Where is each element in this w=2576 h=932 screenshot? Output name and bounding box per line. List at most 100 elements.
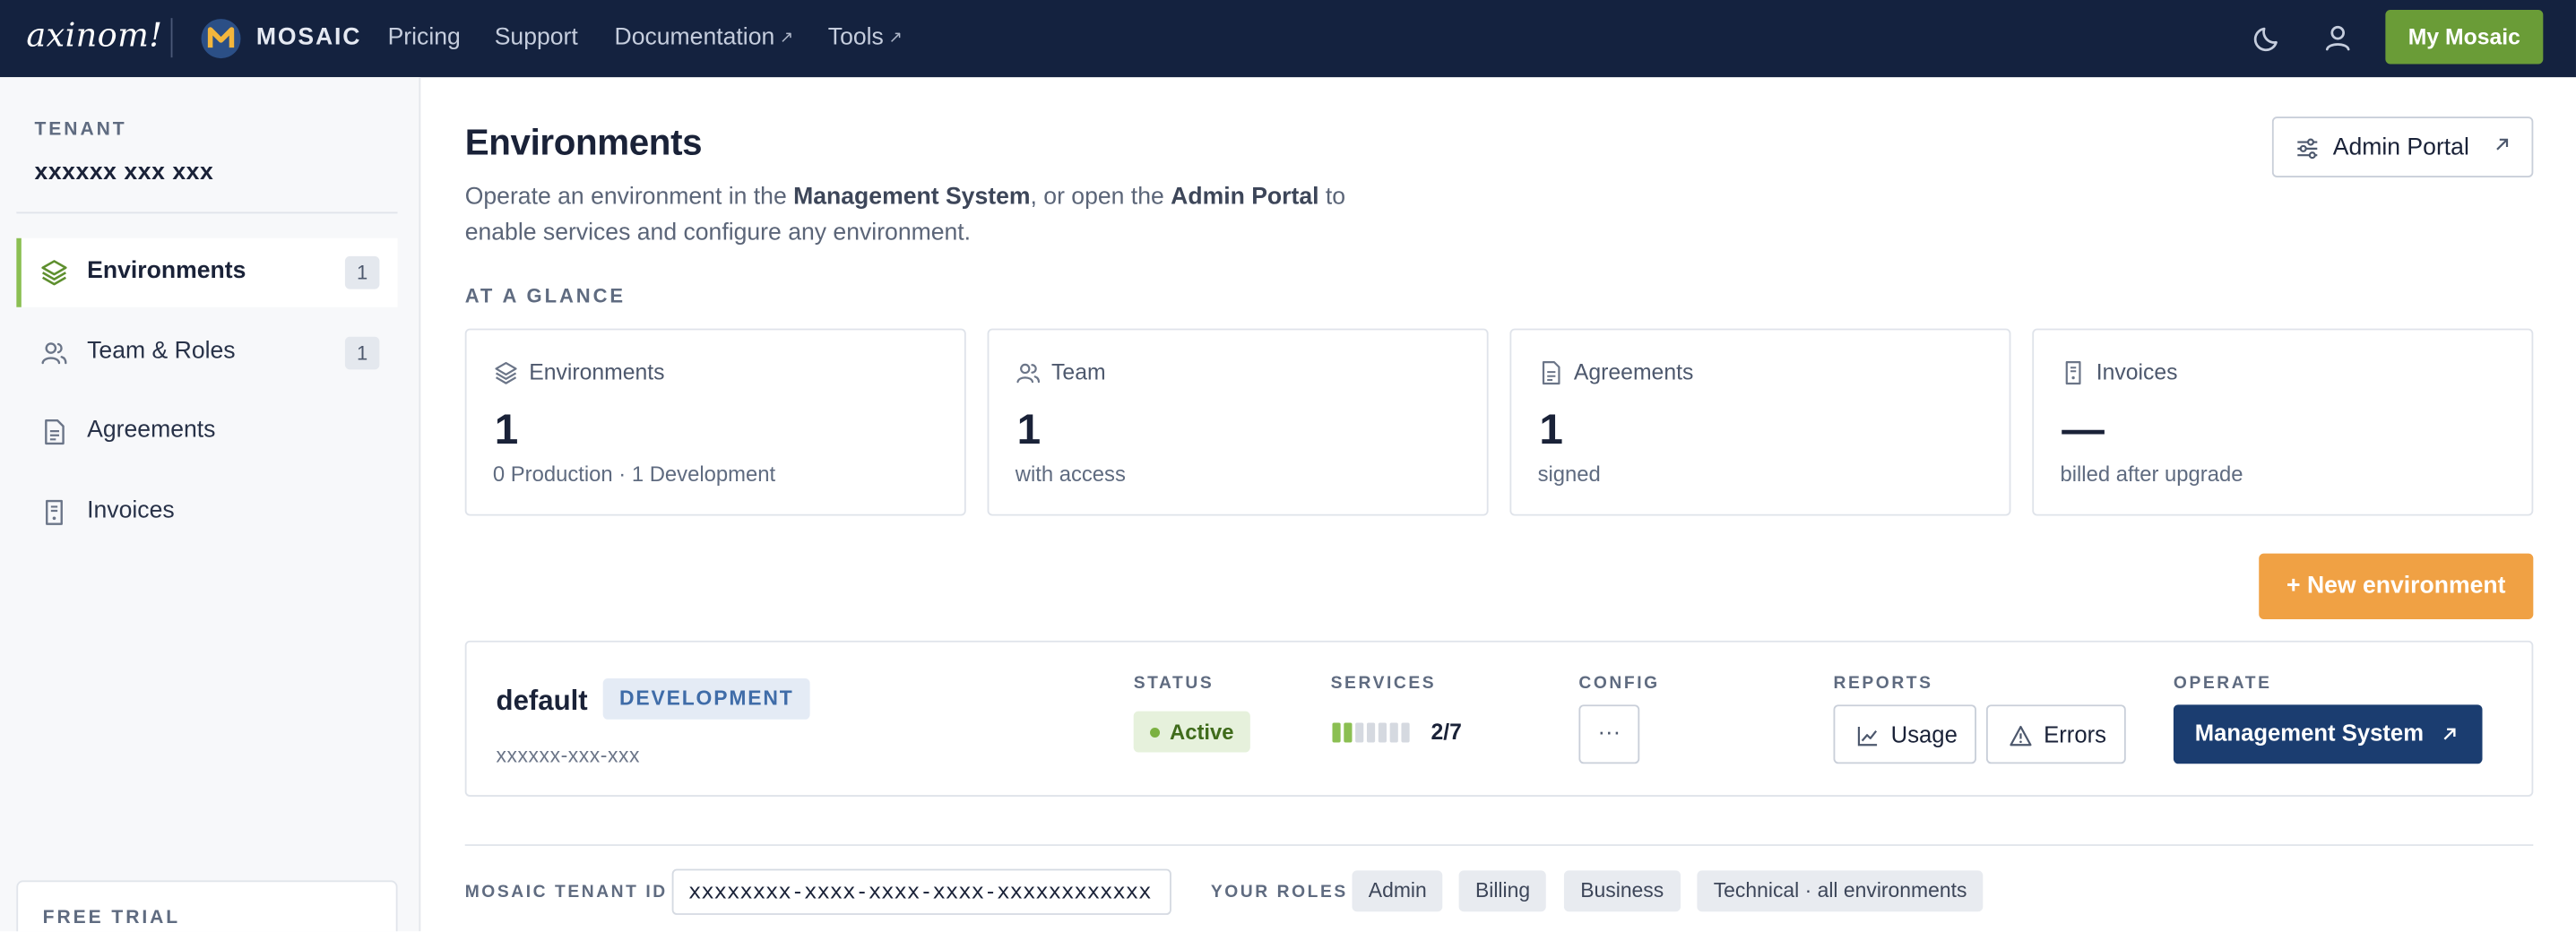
nav-link-tools[interactable]: Tools ↗ xyxy=(828,24,903,50)
page-title: Environments xyxy=(464,121,703,163)
users-icon xyxy=(41,342,67,365)
sidebar-item-environments[interactable]: Environments 1 xyxy=(16,237,398,307)
services-meter-segment xyxy=(1332,722,1341,743)
card-label: Agreements xyxy=(1573,359,1694,384)
receipt-icon xyxy=(2065,361,2081,385)
sidebar-item-invoices[interactable]: Invoices xyxy=(16,478,397,547)
environment-row: default DEVELOPMENT xxxxxx-xxx-xxx STATU… xyxy=(464,640,2534,797)
services-meter-segment xyxy=(1389,722,1398,743)
card-subtext: with access xyxy=(1015,462,1126,487)
dark-mode-moon-icon[interactable] xyxy=(2251,20,2286,56)
nav-link-support[interactable]: Support xyxy=(495,24,578,50)
role-tag-business: Business xyxy=(1563,870,1681,912)
footer-divider xyxy=(464,844,2534,846)
services-meter xyxy=(1332,722,1410,743)
operate-column-label: OPERATE xyxy=(2173,673,2272,694)
receipt-icon xyxy=(46,499,63,525)
card-value: 1 xyxy=(1016,403,1042,453)
usage-report-button[interactable]: Usage xyxy=(1833,704,1976,764)
admin-portal-button[interactable]: Admin Portal xyxy=(2271,116,2534,177)
glance-card-invoices: Invoices — billed after upgrade xyxy=(2032,328,2534,516)
glance-card-team: Team 1 with access xyxy=(987,328,1489,516)
management-system-button[interactable]: Management System xyxy=(2173,704,2483,764)
errors-report-button[interactable]: Errors xyxy=(1985,704,2126,764)
nav-link-label: Pricing xyxy=(387,24,461,51)
count-badge: 1 xyxy=(344,255,380,289)
external-link-icon: ↗ xyxy=(779,29,794,47)
services-meter-segment xyxy=(1401,722,1410,743)
glance-card-environments: Environments 1 0 Production · 1 Developm… xyxy=(464,328,966,516)
card-value: 1 xyxy=(1539,403,1563,453)
services-meter-segment xyxy=(1378,722,1387,743)
my-mosaic-button[interactable]: My Mosaic xyxy=(2385,9,2544,65)
management-system-label: Management System xyxy=(2194,719,2425,746)
mosaic-logo-icon[interactable] xyxy=(201,18,242,59)
sliders-icon xyxy=(2297,138,2318,160)
sidebar-item-team-roles[interactable]: Team & Roles 1 xyxy=(16,319,397,388)
sidebar-item-label: Team & Roles xyxy=(87,338,236,365)
services-column-label: SERVICES xyxy=(1330,673,1437,694)
app-root: axinom! MOSAIC Pricing Support Documenta… xyxy=(0,0,2576,932)
layers-icon xyxy=(495,361,517,384)
environment-name[interactable]: default xyxy=(497,685,588,718)
card-label: Team xyxy=(1051,359,1106,384)
sidebar-item-label: Environments xyxy=(87,257,246,285)
free-trial-label: FREE TRIAL xyxy=(42,908,181,928)
config-more-button[interactable]: ··· xyxy=(1578,704,1640,764)
document-icon xyxy=(1542,361,1560,385)
nav-link-documentation[interactable]: Documentation ↗ xyxy=(615,24,794,50)
tenant-id-label: MOSAIC TENANT ID xyxy=(464,882,668,902)
card-subtext: 0 Production · 1 Development xyxy=(492,462,776,487)
roles-label: YOUR ROLES xyxy=(1210,882,1348,902)
line-chart-icon xyxy=(1857,727,1878,746)
tenant-label: TENANT xyxy=(34,119,127,140)
desc-management-system: Management System xyxy=(793,184,1031,211)
status-text: Active xyxy=(1170,719,1234,745)
external-link-icon xyxy=(2496,138,2509,151)
role-tag-technical: Technical · all environments xyxy=(1697,870,1984,912)
tenant-id-field[interactable]: xxxxxxxx-xxxx-xxxx-xxxx-xxxxxxxxxxxx xyxy=(671,868,1171,915)
usage-label: Usage xyxy=(1890,721,1958,747)
nav-link-pricing[interactable]: Pricing xyxy=(388,24,461,50)
nav-link-label: Support xyxy=(494,24,578,51)
free-trial-panel: FREE TRIAL xyxy=(16,880,398,932)
services-meter-segment xyxy=(1344,722,1353,743)
status-badge: Active xyxy=(1133,711,1250,753)
glance-card-agreements: Agreements 1 signed xyxy=(1509,328,2011,516)
sidebar-divider xyxy=(16,211,398,214)
navbar-divider xyxy=(170,18,173,58)
new-environment-button[interactable]: + New environment xyxy=(2259,553,2534,620)
page-description: Operate an environment in the Management… xyxy=(465,179,1402,252)
at-a-glance-label: AT A GLANCE xyxy=(464,284,627,307)
desc-admin-portal: Admin Portal xyxy=(1171,184,1319,211)
role-tag-admin: Admin xyxy=(1352,870,1444,912)
product-name[interactable]: MOSAIC xyxy=(256,24,361,50)
external-link-icon: ↗ xyxy=(888,29,903,47)
sidebar: TENANT xxxxxx xxx xxx Environments 1 Tea… xyxy=(0,77,421,932)
sidebar-item-label: Invoices xyxy=(87,497,175,524)
tenant-name: xxxxxx xxx xxx xyxy=(34,159,214,186)
services-meter-segment xyxy=(1355,722,1364,743)
user-account-icon[interactable] xyxy=(2320,20,2356,56)
desc-text: , or open the xyxy=(1030,184,1171,211)
sidebar-item-agreements[interactable]: Agreements xyxy=(16,398,397,467)
axinom-logo[interactable]: axinom! xyxy=(26,14,162,54)
desc-text: Operate an environment in the xyxy=(464,184,794,211)
layers-icon xyxy=(41,260,67,286)
reports-column-label: REPORTS xyxy=(1833,673,1933,694)
warning-triangle-icon xyxy=(2010,725,2032,746)
external-link-icon xyxy=(2443,728,2456,740)
config-column-label: CONFIG xyxy=(1578,673,1660,694)
nav-link-label: Tools xyxy=(827,24,884,51)
environment-type-badge: DEVELOPMENT xyxy=(602,677,810,720)
card-label: Environments xyxy=(529,359,665,384)
status-column-label: STATUS xyxy=(1133,673,1215,694)
card-value: — xyxy=(2062,403,2105,453)
top-navbar: axinom! MOSAIC Pricing Support Documenta… xyxy=(0,0,2576,78)
card-label: Invoices xyxy=(2096,359,2178,384)
card-subtext: signed xyxy=(1537,462,1601,487)
services-count: 2/7 xyxy=(1431,719,1462,745)
document-icon xyxy=(45,419,65,445)
environment-id: xxxxxx-xxx-xxx xyxy=(496,744,640,767)
users-icon xyxy=(1016,363,1041,384)
